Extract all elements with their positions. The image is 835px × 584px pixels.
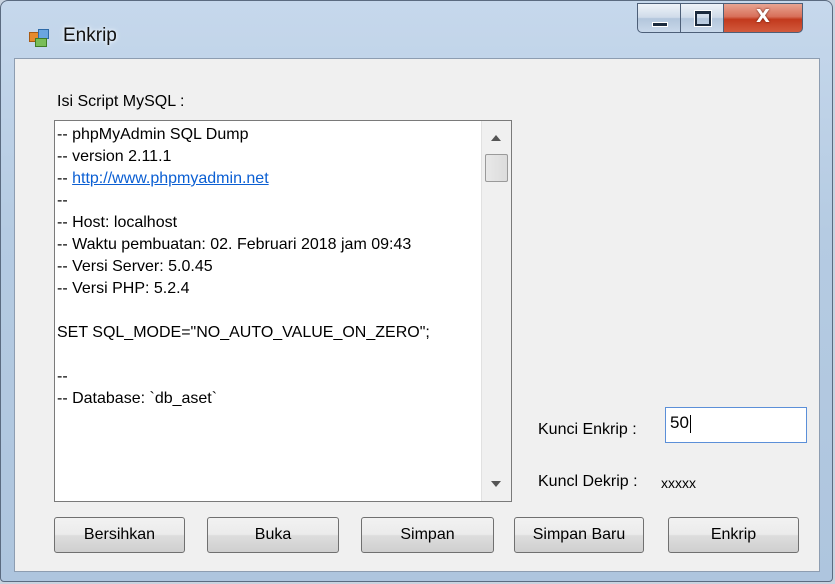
script-line: -- http://www.phpmyadmin.net	[57, 168, 483, 190]
buka-button[interactable]: Buka	[207, 517, 339, 553]
enkrip-button[interactable]: Enkrip	[668, 517, 799, 553]
close-button[interactable]: X	[723, 3, 803, 33]
bersihkan-button[interactable]: Bersihkan	[54, 517, 185, 553]
script-line: -- Versi PHP: 5.2.4	[57, 280, 190, 297]
scroll-thumb[interactable]	[485, 154, 508, 182]
simpan-button[interactable]: Simpan	[361, 517, 494, 553]
scroll-up-icon[interactable]	[491, 135, 501, 141]
kunci-enkrip-input[interactable]: 50	[665, 407, 807, 443]
app-icon	[29, 29, 49, 47]
form-client-area: Isi Script MySQL : -- phpMyAdmin SQL Dum…	[14, 58, 820, 572]
script-content[interactable]: -- phpMyAdmin SQL Dump -- version 2.11.1…	[57, 124, 483, 410]
minimize-button[interactable]	[637, 3, 681, 33]
text-caret	[689, 414, 691, 433]
close-icon: X	[756, 6, 770, 27]
simpan-baru-button[interactable]: Simpan Baru	[514, 517, 644, 553]
maximize-button[interactable]	[680, 3, 724, 33]
kunci-enkrip-label: Kunci Enkrip :	[538, 421, 637, 438]
script-line	[57, 344, 483, 366]
script-line: -- Versi Server: 5.0.45	[57, 258, 213, 275]
kunci-dekrip-value: xxxxx	[661, 475, 696, 491]
script-line: -- Waktu pembuatan: 02. Februari 2018 ja…	[57, 236, 412, 253]
title-bar[interactable]: Enkrip X	[1, 1, 832, 58]
phpmyadmin-link[interactable]: http://www.phpmyadmin.net	[72, 170, 269, 187]
script-line: -- Database: `db_aset`	[57, 390, 218, 407]
script-line-prefix: --	[57, 170, 73, 187]
script-line: -- phpMyAdmin SQL Dump	[57, 126, 249, 143]
script-line	[57, 300, 483, 322]
minimize-icon	[652, 22, 668, 27]
vertical-scrollbar[interactable]	[481, 121, 511, 501]
scroll-down-icon[interactable]	[491, 481, 501, 487]
script-line: -- Host: localhost	[57, 214, 178, 231]
kunci-dekrip-label: Kuncl Dekrip :	[538, 473, 638, 490]
script-label: Isi Script MySQL :	[57, 93, 185, 110]
script-line: --	[57, 368, 68, 385]
script-line: SET SQL_MODE="NO_AUTO_VALUE_ON_ZERO";	[57, 324, 430, 341]
script-line: --	[57, 192, 68, 209]
window-title: Enkrip	[63, 25, 117, 46]
maximize-icon	[694, 10, 712, 27]
script-textarea[interactable]: -- phpMyAdmin SQL Dump -- version 2.11.1…	[54, 120, 512, 502]
script-line: -- version 2.11.1	[57, 148, 172, 165]
app-window: Enkrip X Isi Script MySQL : -- phpMyAdmi…	[0, 0, 833, 582]
kunci-enkrip-value: 50	[670, 413, 689, 432]
